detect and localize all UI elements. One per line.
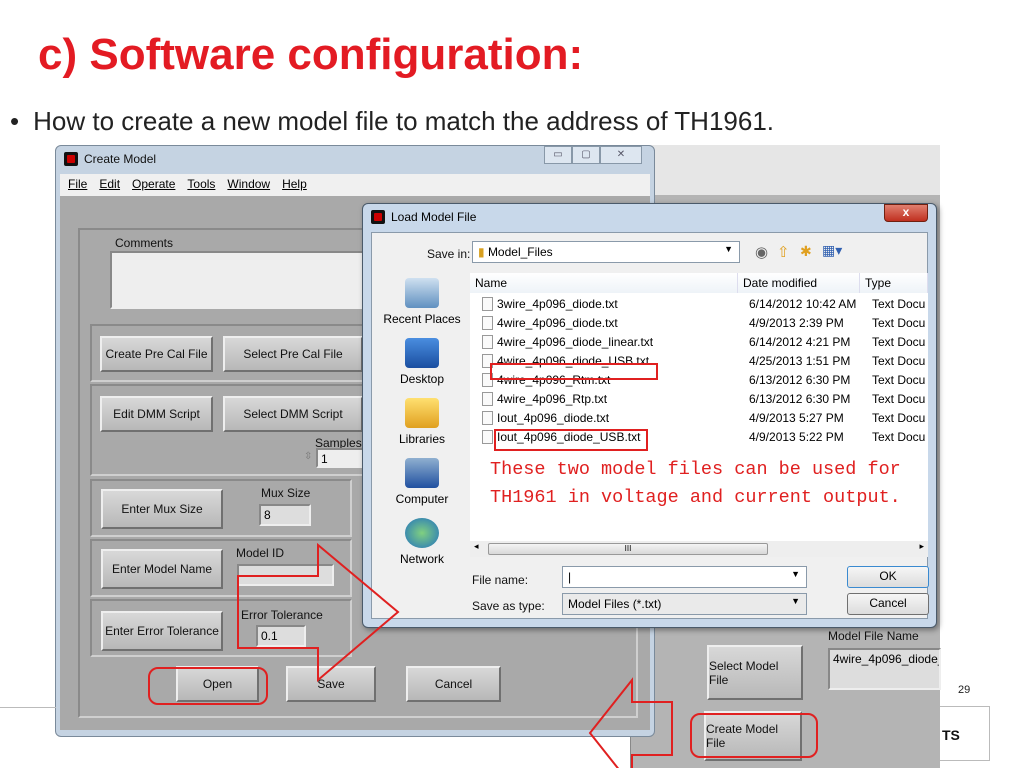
footer-divider bbox=[0, 707, 56, 708]
page-number: 29 bbox=[958, 684, 971, 696]
arrow-left-icon bbox=[588, 677, 673, 768]
annotation-arrows bbox=[237, 542, 673, 768]
arrow-right-icon bbox=[237, 542, 400, 683]
footer-logo-text: TS bbox=[940, 706, 990, 761]
